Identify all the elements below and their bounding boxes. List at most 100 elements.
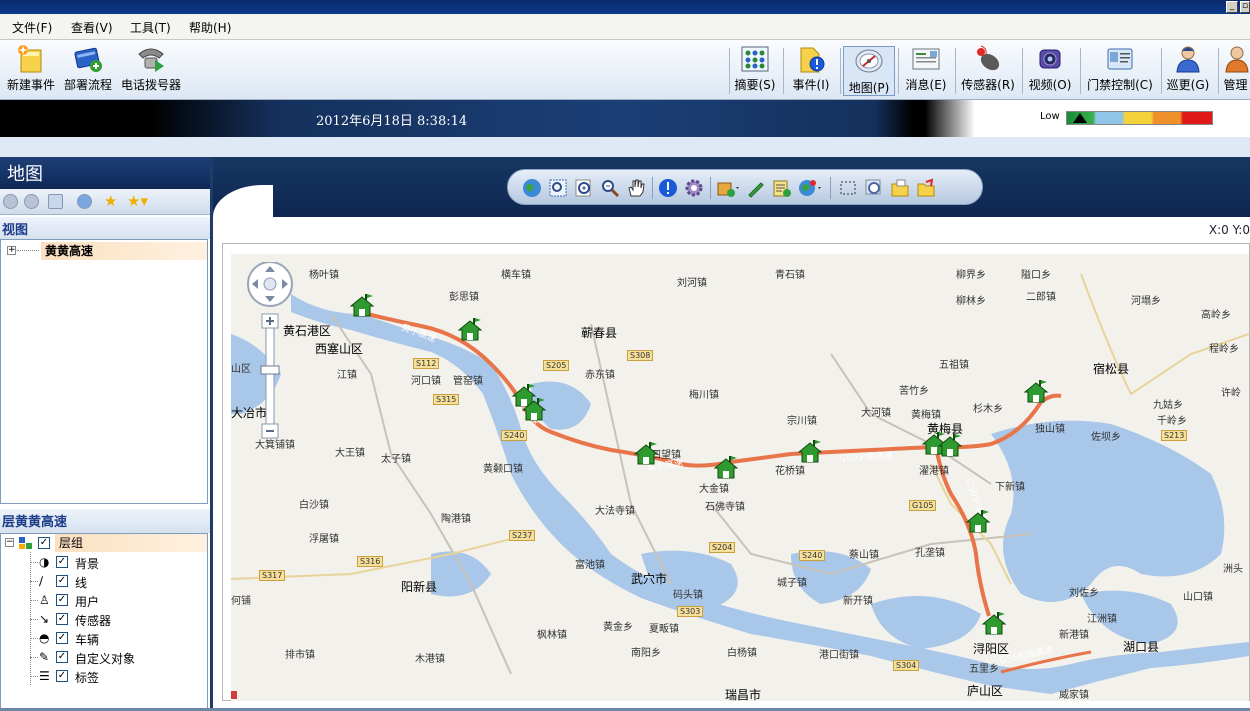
access-control-label: 门禁控制(C) [1087,78,1153,92]
station-house-icon[interactable] [1023,380,1049,404]
menu-help[interactable]: 帮助(H) [189,19,231,36]
settings-gear-icon[interactable] [684,178,704,198]
deploy-flow-button[interactable]: 部署流程 [62,44,114,93]
summary-button[interactable]: 摘要(S) [731,44,779,93]
refresh-icon[interactable] [77,194,92,209]
station-house-icon[interactable] [797,440,823,464]
layer-row[interactable]: ✎ ✓ 自定义对象 [1,648,207,667]
layer-row[interactable]: ◓ ✓ 车辆 [1,629,207,648]
home-icon[interactable] [48,194,63,209]
layer-row[interactable]: ↘ ✓ 传感器 [1,610,207,629]
new-event-button[interactable]: 新建事件 [5,44,57,93]
place-label: 孔垄镇 [915,548,945,559]
admin-button[interactable]: 管理 [1221,44,1250,93]
menu-file[interactable]: 文件(F) [12,19,52,36]
event-button[interactable]: 事件(I) [786,44,836,93]
add-object-icon[interactable] [716,178,742,198]
menu-tools[interactable]: 工具(T) [130,19,171,36]
layer-checkbox[interactable]: ✓ [56,613,68,625]
forward-icon[interactable] [24,194,39,209]
select-zoom-icon[interactable] [864,178,884,198]
zoom-extent-icon[interactable] [548,178,568,198]
add-layer-globe-icon[interactable] [798,178,824,198]
zoom-in-icon[interactable] [574,178,594,198]
layer-checkbox[interactable]: ✓ [56,651,68,663]
place-label: 枫林镇 [537,630,567,641]
place-label: 威家镇 [1059,690,1089,701]
video-button[interactable]: 视频(O) [1025,44,1075,93]
patrol-button[interactable]: 巡更(G) [1164,44,1212,93]
zoom-out-icon[interactable] [600,178,620,198]
layer-label: 用户 [75,595,100,609]
map-button[interactable]: 地图(P) [843,46,895,96]
layer-checkbox[interactable]: ✓ [56,632,68,644]
restore-button[interactable]: ▫ [1240,1,1250,13]
place-label: 蔡山镇 [849,550,879,561]
road-shield: S317 [259,570,286,581]
layer-row[interactable]: ♙ ✓ 用户 [1,591,207,610]
deploy-flow-icon [74,47,102,72]
station-house-icon[interactable] [349,294,375,318]
minimize-button[interactable]: _ [1226,1,1238,13]
road-shield: S112 [413,358,440,369]
place-label: 下新镇 [995,482,1025,493]
layer-checkbox[interactable]: ✓ [56,575,68,587]
left-panel: 地图 ★ ★▾ 视图 + 黄黄高速 层黄黄高速 − ✓ 层组 ◑ ✓ 背景 ∕ ✓ 线 ♙ ✓… [0,157,213,711]
message-button[interactable]: 消息(E) [901,44,951,93]
layer-label: 线 [75,576,88,590]
layer-checkbox[interactable]: ✓ [56,594,68,606]
add-favorite-icon[interactable]: ★ [104,192,117,210]
zoom-slider-thumb[interactable] [260,365,280,375]
map-label: 地图(P) [848,81,890,95]
sensor-button[interactable]: 传感器(R) [958,44,1018,93]
station-house-icon[interactable] [981,612,1007,636]
phone-dialer-button[interactable]: 电话拨号器 [118,44,184,93]
place-label: 程岭乡 [1209,344,1239,355]
access-control-icon [1107,48,1133,70]
layer-group-checkbox[interactable]: ✓ [38,537,50,549]
layer-row[interactable]: ☰ ✓ 标签 [1,667,207,686]
panel-nav-toolbar: ★ ★▾ [0,189,210,215]
station-house-icon[interactable] [633,442,659,466]
road-shield: S205 [543,360,570,371]
add-annotation-icon[interactable] [772,178,792,198]
menu-view[interactable]: 查看(V) [71,19,113,36]
phone-dialer-label: 电话拨号器 [120,78,181,92]
sensor-label: 传感器(R) [961,78,1015,92]
view-item[interactable]: + 黄黄高速 [5,242,207,260]
zoom-slider[interactable] [265,327,275,425]
place-label: 高岭乡 [1201,310,1231,321]
select-rectangle-icon[interactable] [838,178,858,198]
map-zoom-control[interactable] [239,262,303,442]
expand-icon[interactable]: + [7,246,16,255]
favorites-dropdown-icon[interactable]: ★▾ [127,192,148,210]
map-canvas[interactable]: 杨叶镇 横车镇 刘河镇 青石镇 柳界乡 隘口乡 河塌乡 彭思镇 柳林乡 二郎镇 黄石港区 西塞山区 蕲春… [231,254,1249,701]
export-folder-icon[interactable] [916,178,936,198]
layer-group-row[interactable]: − ✓ 层组 [1,534,207,553]
station-house-icon[interactable] [457,318,483,342]
station-house-icon[interactable] [521,398,547,422]
map-panel: X:0 Y:0 杨叶镇 横车镇 刘河镇 青石镇 柳界乡 隘口乡 河塌乡 彭思镇 … [213,157,1250,711]
place-label: 湖口县 [1123,640,1160,654]
back-icon[interactable] [3,194,18,209]
open-folder-icon[interactable] [890,178,910,198]
access-control-button[interactable]: 门禁控制(C) [1083,44,1157,93]
station-house-icon[interactable] [965,510,991,534]
place-label: 柳界乡 [956,270,986,281]
layer-checkbox[interactable]: ✓ [56,556,68,568]
globe-icon[interactable] [522,178,542,198]
road-shield: S213 [1161,430,1188,441]
collapse-icon[interactable]: − [5,538,14,547]
pan-hand-icon[interactable] [626,178,646,198]
layer-checkbox[interactable]: ✓ [56,670,68,682]
layer-label: 背景 [75,557,100,571]
station-house-icon[interactable] [937,434,963,458]
layer-row[interactable]: ∕ ✓ 线 [1,572,207,591]
place-label: 千岭乡 [1157,416,1187,427]
admin-label: 管理 [1223,78,1248,92]
alert-info-icon[interactable] [658,178,678,198]
view-section-title: 视图 [0,217,210,239]
station-house-icon[interactable] [713,456,739,480]
layer-row[interactable]: ◑ ✓ 背景 [1,553,207,572]
draw-line-icon[interactable] [746,178,766,198]
